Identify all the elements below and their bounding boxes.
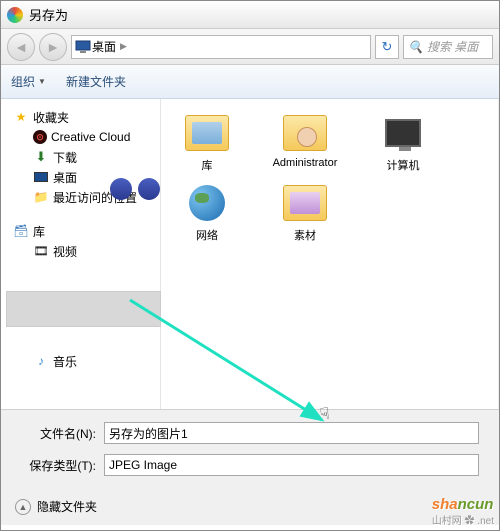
- creative-cloud-icon: ⊙: [33, 130, 47, 144]
- download-icon: ⬇: [33, 149, 49, 165]
- item-label: 库: [202, 157, 213, 173]
- blob-icon: [110, 178, 132, 200]
- libraries-label: 库: [33, 223, 45, 240]
- list-item[interactable]: 库: [167, 111, 247, 173]
- search-icon: 🔍: [408, 40, 423, 54]
- star-icon: ★: [13, 109, 29, 125]
- sidebar-item-videos[interactable]: 🎞 视频: [5, 241, 156, 261]
- forward-button[interactable]: ►: [39, 33, 67, 61]
- filename-input[interactable]: 另存为的图片1: [104, 422, 479, 444]
- sidebar-item-label: Creative Cloud: [51, 130, 130, 144]
- list-item[interactable]: 网络: [167, 181, 247, 243]
- music-icon: ♪: [33, 353, 49, 369]
- divider: [498, 99, 499, 409]
- favorites-label: 收藏夹: [33, 109, 69, 126]
- library-icon: [183, 111, 231, 155]
- folder-icon: [281, 181, 329, 225]
- filename-label: 文件名(N):: [21, 425, 96, 442]
- back-button[interactable]: ◄: [7, 33, 35, 61]
- extra-icons: [110, 178, 160, 200]
- breadcrumb[interactable]: 桌面 ▶: [71, 35, 371, 59]
- sidebar-item-label: 视频: [53, 243, 77, 260]
- body-area: ★ 收藏夹 ⊙ Creative Cloud ⬇ 下载 桌面 📁 最近访问的位置: [1, 99, 499, 409]
- video-icon: 🎞: [33, 243, 49, 259]
- filename-value: 另存为的图片1: [109, 425, 188, 442]
- toolbar: 组织 ▼ 新建文件夹: [1, 65, 499, 99]
- user-folder-icon: [281, 111, 329, 155]
- desktop-icon: [33, 169, 49, 185]
- app-icon: [7, 7, 23, 23]
- file-list[interactable]: 库 Administrator 计算机 网络 素材: [161, 99, 493, 409]
- new-folder-label: 新建文件夹: [66, 73, 126, 90]
- sidebar-item-label: 下载: [53, 149, 77, 166]
- hide-folders-label: 隐藏文件夹: [37, 498, 97, 515]
- organize-menu[interactable]: 组织 ▼: [11, 73, 46, 90]
- library-icon: 🗃: [13, 223, 29, 239]
- chevron-right-icon: ▶: [116, 41, 131, 52]
- item-label: 素材: [294, 227, 316, 243]
- favorites-group[interactable]: ★ 收藏夹: [5, 107, 156, 127]
- sidebar-item-music[interactable]: ♪ 音乐: [5, 351, 156, 371]
- filename-row: 文件名(N): 另存为的图片1: [21, 422, 479, 444]
- list-item[interactable]: Administrator: [265, 111, 345, 173]
- obscured-region: [6, 291, 161, 327]
- folder-icon: 📁: [33, 189, 49, 205]
- network-icon: [183, 181, 231, 225]
- filetype-select[interactable]: JPEG Image: [104, 454, 479, 476]
- list-item[interactable]: 素材: [265, 181, 345, 243]
- dropdown-arrow-icon: ▼: [38, 77, 46, 86]
- refresh-button[interactable]: ↻: [375, 35, 399, 59]
- breadcrumb-location: 桌面: [92, 38, 116, 55]
- title-bar[interactable]: 另存为: [1, 1, 499, 29]
- desktop-icon: [74, 39, 92, 55]
- hide-folders-toggle[interactable]: ▲ 隐藏文件夹: [1, 488, 499, 525]
- sidebar-item-label: 音乐: [53, 353, 77, 370]
- computer-icon: [379, 111, 427, 155]
- item-label: 计算机: [387, 157, 420, 173]
- new-folder-button[interactable]: 新建文件夹: [66, 73, 126, 90]
- window-title: 另存为: [29, 5, 68, 24]
- save-as-dialog: 另存为 ◄ ► 桌面 ▶ ↻ 🔍 搜索 桌面 组织 ▼ 新建文件夹 ★: [0, 0, 500, 531]
- list-item[interactable]: 计算机: [363, 111, 443, 173]
- organize-label: 组织: [11, 73, 35, 90]
- save-fields: 文件名(N): 另存为的图片1 保存类型(T): JPEG Image: [1, 409, 499, 488]
- item-label: Administrator: [273, 157, 338, 169]
- folder-tree: ★ 收藏夹 ⊙ Creative Cloud ⬇ 下载 桌面 📁 最近访问的位置: [1, 99, 161, 409]
- search-placeholder: 搜索 桌面: [427, 38, 478, 55]
- nav-bar: ◄ ► 桌面 ▶ ↻ 🔍 搜索 桌面: [1, 29, 499, 65]
- sidebar-item-creative-cloud[interactable]: ⊙ Creative Cloud: [5, 127, 156, 147]
- libraries-group[interactable]: 🗃 库: [5, 221, 156, 241]
- blob-icon: [138, 178, 160, 200]
- filetype-label: 保存类型(T):: [21, 457, 96, 474]
- filetype-row: 保存类型(T): JPEG Image: [21, 454, 479, 476]
- search-input[interactable]: 🔍 搜索 桌面: [403, 35, 493, 59]
- sidebar-item-label: 桌面: [53, 169, 77, 186]
- chevron-up-icon: ▲: [15, 499, 31, 515]
- item-label: 网络: [196, 227, 218, 243]
- sidebar-item-downloads[interactable]: ⬇ 下载: [5, 147, 156, 167]
- filetype-value: JPEG Image: [109, 458, 177, 472]
